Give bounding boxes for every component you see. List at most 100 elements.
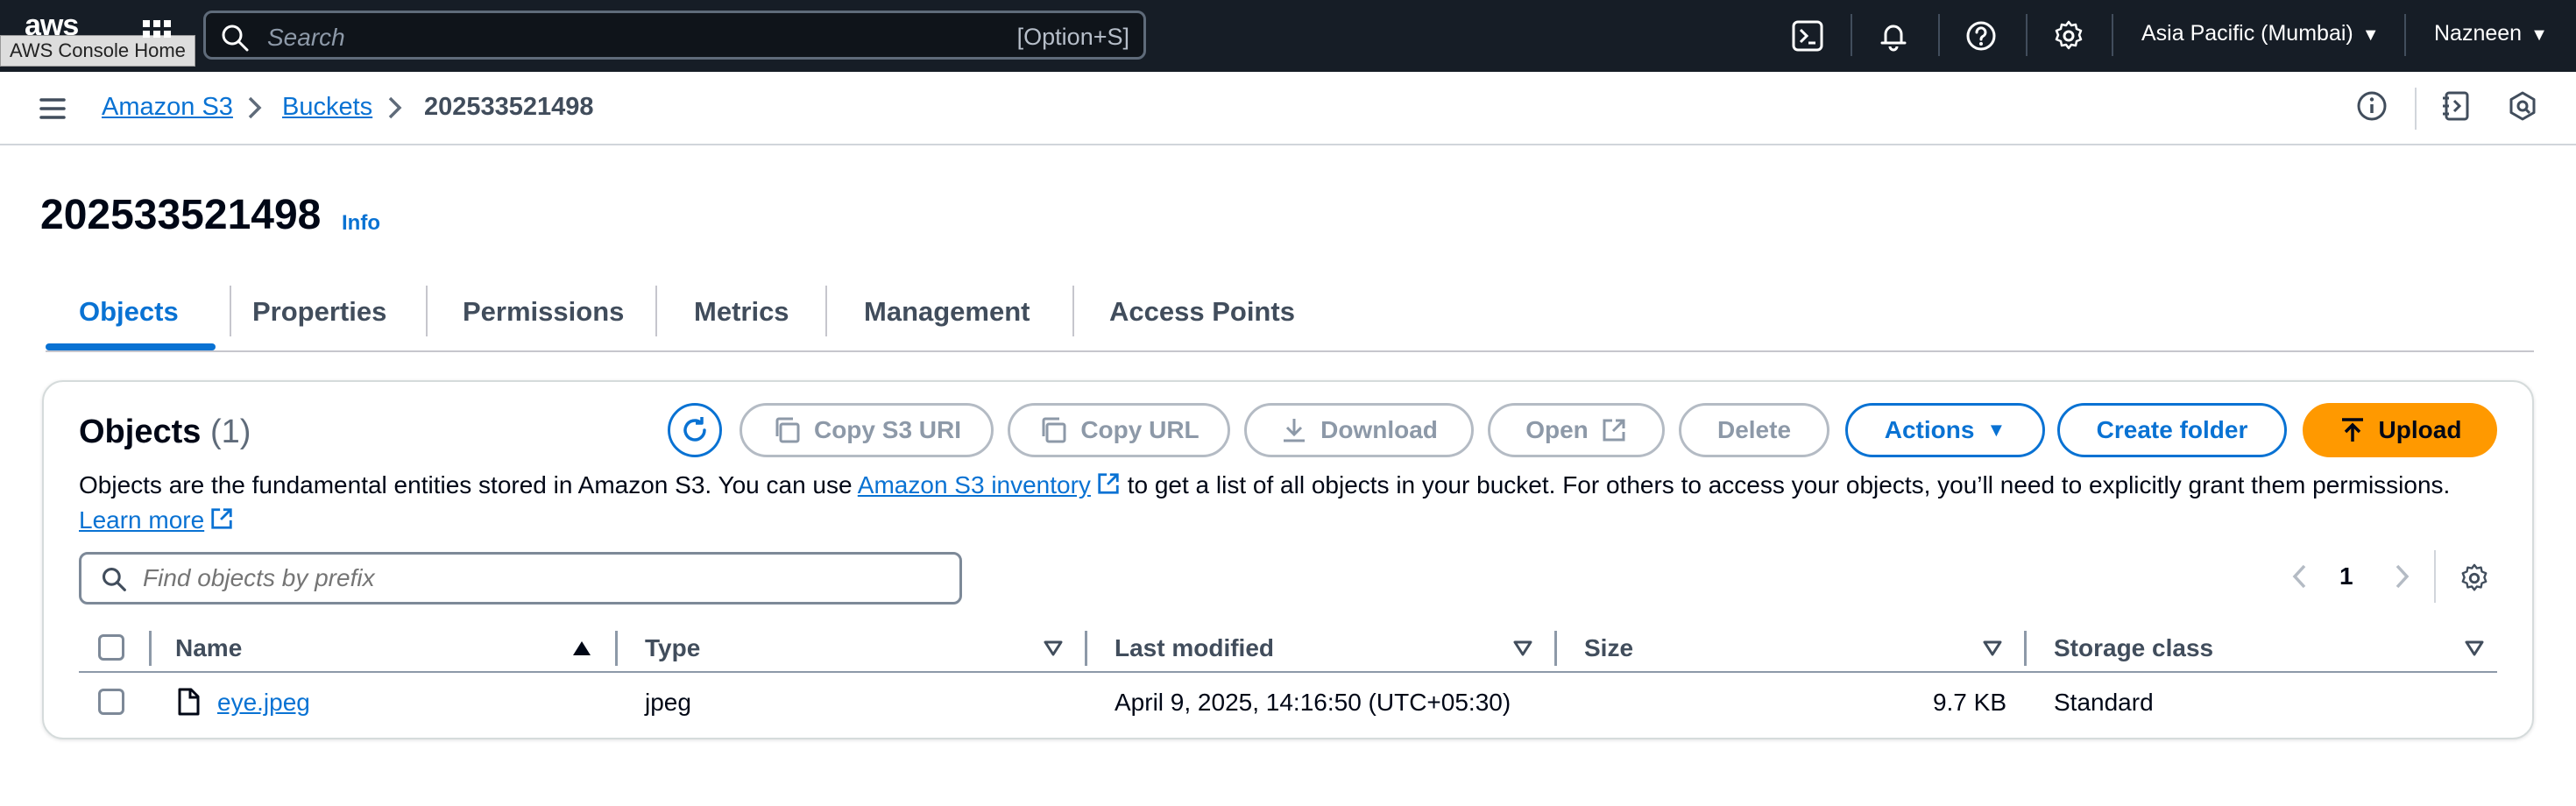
search-icon	[102, 567, 126, 591]
top-navigation: aws AWS Console Home Search [Option+S] A…	[0, 0, 2576, 72]
chevron-right-icon	[248, 96, 262, 119]
tab-divider	[230, 286, 231, 336]
tab-objects[interactable]: Objects	[79, 296, 179, 328]
object-last-modified: April 9, 2025, 14:16:50 (UTC+05:30)	[1115, 689, 1511, 716]
copy-url-label: Copy URL	[1080, 416, 1200, 443]
column-divider	[1085, 631, 1087, 666]
object-storage-class: Standard	[2054, 689, 2154, 716]
global-search-input[interactable]: Search [Option+S]	[203, 11, 1146, 60]
column-header-type[interactable]: Type	[645, 634, 700, 662]
filter-objects-input[interactable]	[143, 560, 931, 597]
select-all-checkbox[interactable]	[98, 634, 124, 661]
amazon-q-icon[interactable]	[2506, 89, 2539, 123]
caret-down-icon: ▼	[1986, 419, 2006, 441]
copy-icon	[1042, 417, 1066, 443]
external-link-icon	[1603, 419, 1625, 442]
sort-caret-icon[interactable]	[2464, 640, 2485, 657]
open-label: Open	[1525, 416, 1589, 443]
filter-objects-field[interactable]	[79, 552, 962, 604]
tab-properties[interactable]: Properties	[252, 296, 386, 328]
notifications-bell-icon[interactable]	[1877, 19, 1910, 53]
tab-management[interactable]: Management	[864, 296, 1030, 328]
objects-description: Objects are the fundamental entities sto…	[79, 468, 2497, 538]
table-row[interactable]: eye.jpeg jpeg April 9, 2025, 14:16:50 (U…	[79, 675, 2497, 729]
create-folder-label: Create folder	[2096, 416, 2248, 443]
download-label: Download	[1320, 416, 1438, 443]
object-name-link[interactable]: eye.jpeg	[217, 689, 310, 717]
caret-down-icon: ▼	[2530, 25, 2548, 45]
s3-inventory-link[interactable]: Amazon S3 inventory	[858, 471, 1121, 498]
current-page-number[interactable]: 1	[2339, 562, 2353, 590]
help-icon[interactable]	[1964, 19, 1998, 53]
refresh-button[interactable]	[668, 403, 722, 457]
search-shortcut: [Option+S]	[1016, 24, 1129, 50]
nav-divider	[2026, 14, 2028, 56]
nav-divider	[2404, 14, 2406, 56]
search-placeholder: Search	[267, 24, 345, 51]
sort-caret-icon[interactable]	[1982, 640, 2003, 657]
tab-divider	[825, 286, 827, 336]
delete-button[interactable]: Delete	[1679, 403, 1829, 457]
column-header-name[interactable]: Name	[175, 634, 242, 662]
create-folder-button[interactable]: Create folder	[2057, 403, 2287, 457]
actions-label: Actions	[1884, 416, 1975, 443]
column-divider	[1554, 631, 1557, 666]
menu-hamburger-icon[interactable]	[39, 95, 67, 123]
sort-ascending-icon[interactable]	[571, 640, 592, 657]
tab-divider	[655, 286, 657, 336]
search-icon	[222, 25, 249, 52]
external-link-icon	[1098, 473, 1119, 494]
upload-button[interactable]: Upload	[2303, 403, 2497, 457]
next-page-icon[interactable]	[2388, 561, 2415, 592]
table-preferences-gear-icon[interactable]	[2459, 562, 2490, 594]
caret-down-icon: ▼	[2361, 25, 2380, 45]
pager-divider	[2434, 550, 2436, 603]
delete-label: Delete	[1716, 416, 1792, 443]
external-link-icon	[211, 508, 232, 529]
services-grid-icon[interactable]	[142, 19, 172, 49]
bucket-tabs: Objects Properties Permissions Metrics M…	[46, 284, 2534, 352]
object-type: jpeg	[645, 689, 691, 716]
region-selector[interactable]: Asia Pacific (Mumbai) ▼	[2141, 21, 2380, 46]
settings-gear-icon[interactable]	[2052, 19, 2085, 53]
objects-table-header: Name Type Last modified Size Storage cla…	[79, 624, 2497, 673]
tab-permissions[interactable]: Permissions	[463, 296, 624, 328]
object-size: 9.7 KB	[1932, 689, 2006, 716]
sort-caret-icon[interactable]	[1043, 640, 1064, 657]
account-menu[interactable]: Nazneen ▼	[2434, 21, 2548, 46]
breadcrumb-amazon-s3[interactable]: Amazon S3	[102, 93, 233, 122]
chevron-right-icon	[388, 96, 402, 119]
column-divider	[615, 631, 618, 666]
open-button[interactable]: Open	[1488, 403, 1665, 457]
upload-icon	[2341, 418, 2363, 442]
objects-title: Objects	[79, 414, 202, 450]
copy-url-button[interactable]: Copy URL	[1008, 403, 1230, 457]
download-button[interactable]: Download	[1244, 403, 1474, 457]
upload-label: Upload	[2378, 416, 2462, 443]
breadcrumb-buckets[interactable]: Buckets	[282, 93, 372, 122]
page-title: 202533521498	[40, 192, 322, 238]
objects-heading: Objects (1)	[79, 414, 251, 451]
info-link[interactable]: Info	[342, 211, 380, 236]
column-header-storage-class[interactable]: Storage class	[2054, 634, 2213, 662]
column-header-size[interactable]: Size	[1584, 634, 1633, 662]
tab-metrics[interactable]: Metrics	[694, 296, 789, 328]
cloudshell-icon[interactable]	[1791, 19, 1824, 53]
notes-panel-icon[interactable]	[2439, 89, 2473, 123]
nav-divider	[2112, 14, 2113, 56]
learn-more-label: Learn more	[79, 506, 205, 534]
tab-access-points[interactable]: Access Points	[1109, 296, 1295, 328]
column-header-last-modified[interactable]: Last modified	[1115, 634, 1274, 662]
copy-s3-uri-button[interactable]: Copy S3 URI	[740, 403, 994, 457]
refresh-icon	[683, 417, 706, 442]
tab-divider	[1072, 286, 1074, 336]
tab-divider	[426, 286, 428, 336]
sort-caret-icon[interactable]	[1512, 640, 1533, 657]
actions-dropdown-button[interactable]: Actions ▼	[1845, 403, 2045, 457]
row-select-checkbox[interactable]	[98, 689, 124, 715]
info-circle-icon[interactable]	[2355, 89, 2388, 123]
learn-more-link[interactable]: Learn more	[79, 506, 234, 534]
file-icon	[178, 688, 200, 716]
objects-container: Objects (1) Copy S3 URI Copy URL Downloa…	[42, 380, 2534, 739]
previous-page-icon[interactable]	[2287, 561, 2313, 592]
